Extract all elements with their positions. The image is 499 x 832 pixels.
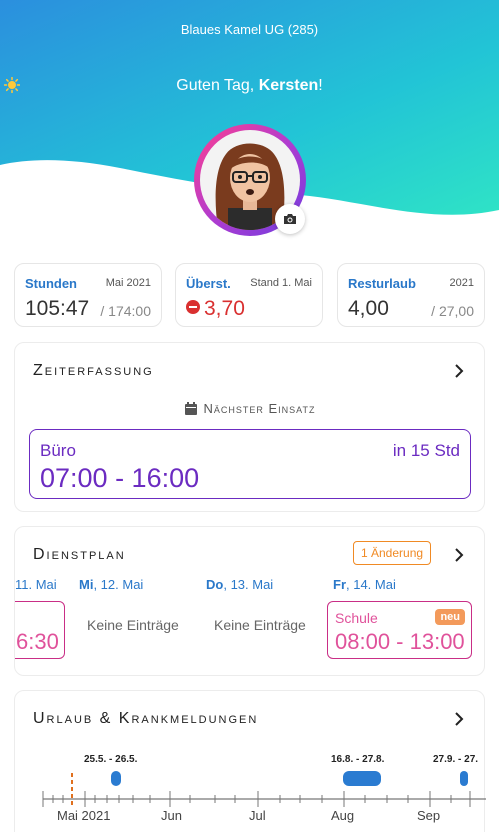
stat-value: 4,00 (348, 297, 389, 320)
zeiterfassung-card: Zeiterfassung Nächster Einsatz Büro in 1… (14, 342, 485, 512)
chevron-right-icon[interactable] (454, 712, 464, 726)
stat-label: Stunden (25, 276, 77, 291)
day-header: Do, 13. Mai (206, 577, 273, 592)
day-header: Fr, 14. Mai (333, 577, 396, 592)
new-badge: neu (435, 609, 465, 625)
stat-label: Resturlaub (348, 276, 416, 291)
month-label: Jul (249, 808, 266, 823)
stat-sub: Mai 2021 (105, 277, 151, 289)
shift-place: Büro (40, 441, 76, 460)
shift-entry[interactable]: Schule neu 08:00 - 13:00 (327, 601, 472, 659)
day-weekday: Mi (79, 577, 94, 592)
day-weekday: Fr (333, 577, 346, 592)
day-date: , 13. Mai (223, 577, 274, 592)
stat-value: 105:47 (25, 297, 90, 320)
stat-sub: Stand 1. Mai (250, 277, 312, 289)
timeline-axis (42, 773, 486, 807)
sun-icon (4, 77, 20, 93)
dienstplan-title: Dienstplan (33, 546, 126, 563)
stat-resturlaub[interactable]: Resturlaub 2021 4,00 / 27,00 (337, 263, 485, 327)
month-label: Mai 2021 (57, 808, 111, 823)
next-shift-box[interactable]: Büro in 15 Std 07:00 - 16:00 (29, 429, 471, 499)
day-date: , 14. Mai (346, 577, 396, 592)
company-name: Blaues Kamel UG (285) (180, 22, 319, 37)
shift-entry-partial[interactable]: 6:30 (15, 601, 65, 659)
urlaub-card: Urlaub & Krankmeldungen 25.5. - 26.5. 16… (14, 690, 486, 832)
user-name: Kersten (258, 77, 319, 94)
greeting-prefix: Guten Tag, (176, 77, 259, 94)
day-strip[interactable]: 11. Mai Mi, 12. Mai Do, 13. Mai Fr, 14. … (15, 575, 486, 665)
stat-stunden[interactable]: Stunden Mai 2021 105:47 / 174:00 (14, 263, 162, 327)
no-entries-label: Keine Einträge (87, 617, 179, 633)
month-label: Aug (331, 808, 355, 823)
day-header: Mi, 12. Mai (79, 577, 143, 592)
month-label: Jun (161, 808, 182, 823)
entry-time: 6:30 (16, 629, 59, 654)
entry-subject: Schule (335, 610, 378, 626)
chevron-right-icon[interactable] (454, 364, 464, 378)
calendar-icon (185, 402, 198, 415)
shift-time: 07:00 - 16:00 (40, 463, 200, 493)
changes-badge[interactable]: 1 Änderung (353, 541, 432, 565)
stat-ueberstunden[interactable]: Überst. Stand 1. Mai 3,70 (175, 263, 323, 327)
stat-value: 3,70 (204, 297, 245, 320)
greeting: Guten Tag, Kersten! (0, 77, 499, 95)
stat-sub: 2021 (449, 277, 474, 289)
entry-time: 08:00 - 13:00 (335, 629, 465, 654)
camera-icon (284, 214, 296, 224)
day-weekday: Do (206, 577, 224, 592)
shift-countdown: in 15 Std (392, 441, 460, 460)
next-shift-heading: Nächster Einsatz (15, 401, 486, 416)
dienstplan-card: Dienstplan 1 Änderung 11. Mai Mi, 12. Ma… (14, 526, 485, 676)
absence-timeline[interactable]: 25.5. - 26.5. 16.8. - 27.8. 27.9. - 27. … (15, 747, 486, 827)
minus-circle-icon (186, 300, 200, 314)
camera-button[interactable] (275, 204, 305, 234)
day-date: , 12. Mai (93, 577, 144, 592)
greeting-suffix: ! (318, 77, 323, 94)
day-date: 11. Mai (15, 577, 57, 592)
urlaub-title: Urlaub & Krankmeldungen (33, 710, 259, 727)
day-header: 11. Mai (15, 577, 57, 592)
next-shift-label: Nächster Einsatz (203, 401, 316, 416)
zeiterfassung-title: Zeiterfassung (33, 362, 154, 379)
stat-total: / 174:00 (100, 303, 151, 319)
chevron-right-icon[interactable] (454, 548, 464, 562)
stat-value-wrap: 3,70 (186, 297, 245, 321)
no-entries-label: Keine Einträge (214, 617, 306, 633)
stat-total: / 27,00 (431, 303, 474, 319)
month-label: Sep (417, 808, 441, 823)
stat-label: Überst. (186, 276, 231, 291)
